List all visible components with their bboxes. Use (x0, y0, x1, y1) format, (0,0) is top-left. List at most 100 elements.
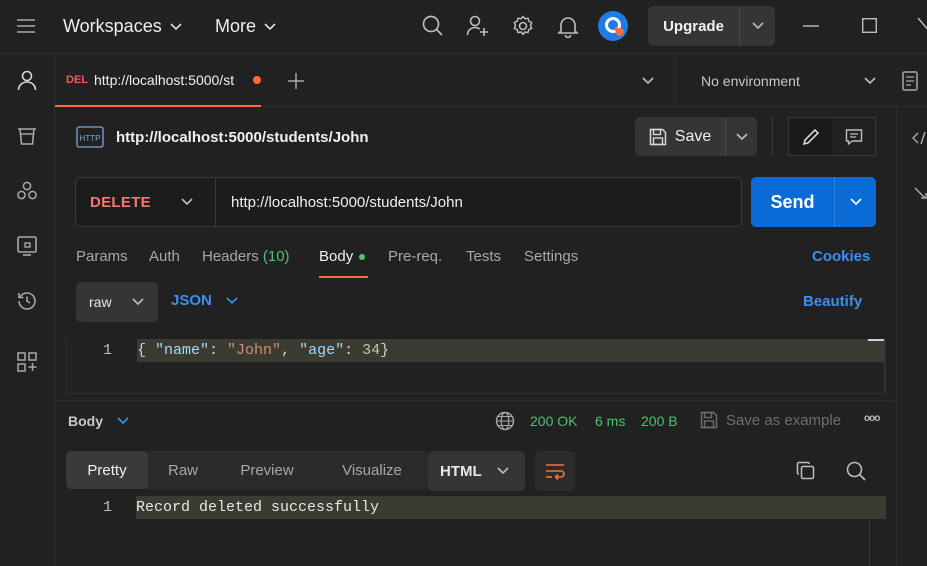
line-number: 1 (103, 499, 113, 516)
more-menu[interactable]: More (215, 16, 276, 37)
response-body-text[interactable]: Record deleted successfully (136, 499, 379, 516)
tab-prereq[interactable]: Pre-req. (388, 248, 442, 265)
chevron-down-icon (864, 77, 876, 85)
environment-quick-look-icon[interactable] (902, 71, 918, 91)
tab-tests[interactable]: Tests (466, 248, 501, 265)
tab-headers[interactable]: Headers (10) (202, 248, 290, 265)
code-brace-close: } (380, 342, 390, 359)
url-input[interactable]: http://localhost:5000/students/John (216, 194, 463, 211)
environment-selector[interactable]: No environment (675, 55, 927, 107)
body-mode-select[interactable]: raw (76, 282, 158, 322)
beautify-link[interactable]: Beautify (803, 293, 862, 310)
code-value-name: "John" (227, 342, 282, 359)
unsaved-dot (253, 76, 261, 84)
notifications-bell-icon[interactable] (557, 14, 579, 38)
method-select[interactable]: DELETE (76, 178, 216, 226)
search-icon[interactable] (422, 15, 444, 37)
chevron-down-icon[interactable] (835, 177, 876, 227)
send-label[interactable]: Send (751, 177, 835, 227)
save-button[interactable]: Save (635, 117, 757, 156)
maximize-window-icon[interactable] (862, 18, 877, 33)
request-tab[interactable]: DEL http://localhost:5000/st (55, 55, 261, 107)
request-title[interactable]: http://localhost:5000/students/John (116, 129, 369, 146)
tabs-dropdown-chevron-icon[interactable] (642, 77, 654, 85)
method-tag: DEL (66, 74, 88, 86)
response-view-tabs: Pretty Raw Preview Visualize (66, 451, 428, 489)
save-label: Save (674, 127, 712, 145)
collections-trash-icon[interactable] (14, 123, 40, 149)
account-icon[interactable] (14, 67, 40, 93)
close-window-icon[interactable] (917, 17, 927, 35)
tab-settings[interactable]: Settings (524, 248, 578, 265)
chevron-down-icon[interactable] (726, 117, 757, 156)
related-collections-icon[interactable] (914, 187, 927, 203)
divider (772, 117, 773, 156)
send-button[interactable]: Send (751, 177, 876, 227)
body-language-select[interactable]: JSON (171, 292, 238, 309)
http-request-icon: HTTP (75, 122, 105, 152)
save-label-group[interactable]: Save (635, 117, 726, 156)
tab-raw[interactable]: Raw (148, 451, 218, 489)
tab-params[interactable]: Params (76, 248, 128, 265)
environment-label: No environment (701, 73, 800, 89)
new-tab-plus-icon[interactable] (288, 73, 304, 89)
tab-pretty[interactable]: Pretty (66, 451, 148, 489)
editor-scrollbar-thumb[interactable] (868, 339, 885, 341)
mock-server-icon[interactable] (14, 233, 40, 259)
response-size[interactable]: 200 B (641, 413, 678, 429)
globe-icon[interactable] (495, 411, 515, 431)
tab-headers-label: Headers (202, 248, 259, 265)
chevron-down-icon (226, 296, 238, 304)
response-body-select[interactable]: Body (68, 413, 129, 429)
code-snippet-icon[interactable] (912, 131, 927, 145)
tab-preview[interactable]: Preview (218, 451, 316, 489)
response-time[interactable]: 6 ms (595, 413, 625, 429)
chevron-down-icon (117, 417, 129, 425)
workspaces-menu[interactable]: Workspaces (63, 16, 182, 37)
save-as-example-button[interactable]: Save as example (700, 411, 841, 429)
code-colon: : (344, 342, 363, 359)
chevron-down-icon (132, 298, 144, 306)
right-panel-divider (896, 105, 897, 566)
upgrade-label: Upgrade (648, 6, 740, 46)
top-bar: Workspaces More Upgrade (0, 0, 927, 54)
avatar[interactable] (598, 11, 628, 41)
more-label: More (215, 16, 257, 36)
wrap-lines-icon[interactable] (535, 451, 575, 491)
hamburger-menu-icon[interactable] (16, 17, 36, 35)
chevron-down-icon (170, 22, 182, 30)
save-as-example-label: Save as example (726, 411, 842, 429)
configure-workbench-icon[interactable] (14, 349, 40, 375)
copy-icon[interactable] (796, 461, 815, 480)
chevron-down-icon[interactable] (740, 6, 775, 46)
upgrade-button[interactable]: Upgrade (648, 6, 775, 46)
response-format-select[interactable]: HTML (428, 451, 525, 491)
code-value-age: 34 (362, 342, 381, 359)
settings-gear-icon[interactable] (511, 14, 535, 38)
response-body-label: Body (68, 413, 103, 429)
edit-pencil-icon[interactable] (789, 118, 832, 155)
minimize-window-icon[interactable] (803, 25, 819, 27)
add-user-icon[interactable] (466, 14, 490, 38)
apis-circles-icon[interactable] (14, 178, 40, 204)
history-icon[interactable] (14, 288, 40, 314)
chevron-down-icon (181, 198, 193, 206)
active-tab-underline (319, 276, 368, 278)
save-disk-icon (700, 411, 718, 429)
tab-visualize[interactable]: Visualize (316, 451, 428, 489)
more-options-icon[interactable]: ooo (864, 413, 880, 424)
code-key-name: "name" (155, 342, 210, 359)
line-number: 1 (103, 342, 113, 359)
tab-auth[interactable]: Auth (149, 248, 180, 265)
chevron-down-icon (497, 467, 509, 475)
comments-icon[interactable] (832, 118, 875, 155)
edit-comment-group (788, 117, 876, 156)
response-divider[interactable] (55, 400, 895, 401)
search-icon[interactable] (846, 461, 866, 481)
tab-body[interactable]: Body (319, 248, 366, 265)
status-code[interactable]: 200 OK (530, 413, 577, 429)
url-bar: DELETE http://localhost:5000/students/Jo… (75, 177, 742, 227)
body-code-line[interactable]: { "name": "John", "age": 34} (137, 342, 389, 359)
cookies-link[interactable]: Cookies (812, 248, 870, 265)
code-brace-open: { (137, 342, 156, 359)
